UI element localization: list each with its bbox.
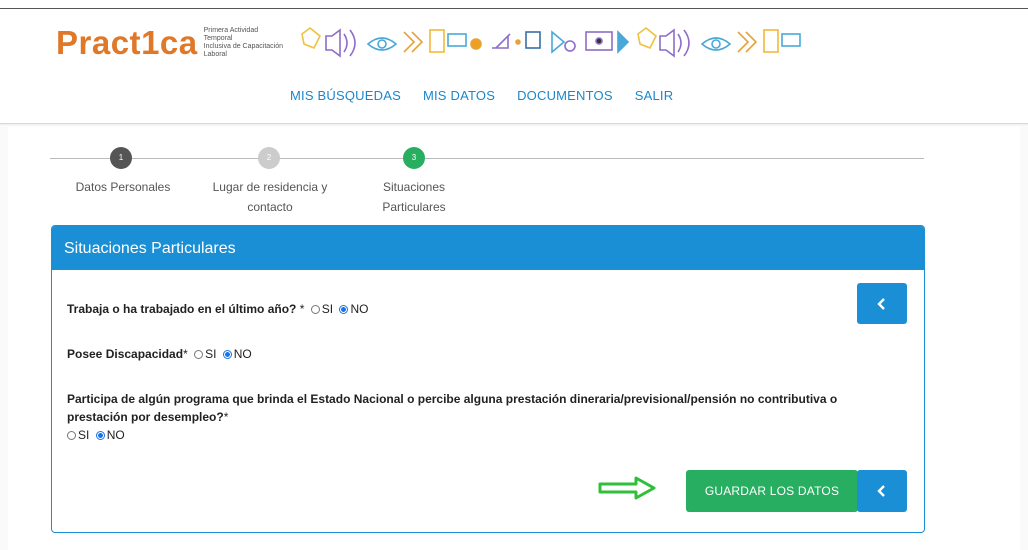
discapacidad-si-label[interactable]: SI bbox=[205, 347, 216, 361]
situaciones-panel: Situaciones Particulares Trabaja o ha tr… bbox=[51, 225, 925, 533]
triangle-icon bbox=[617, 30, 630, 54]
step-3-label-line-2: Particulares bbox=[382, 200, 446, 214]
question-discapacidad-label: Posee Discapacidad bbox=[67, 347, 184, 361]
header-shadow bbox=[0, 124, 1028, 127]
screen-icon bbox=[781, 33, 801, 47]
programa-no-radio[interactable] bbox=[95, 431, 105, 440]
step-1-indicator[interactable]: 1 bbox=[110, 147, 132, 169]
discapacidad-si-radio[interactable] bbox=[194, 350, 204, 359]
dot-icon bbox=[515, 39, 521, 45]
chevron-left-icon bbox=[877, 297, 885, 310]
main-nav: MIS BÚSQUEDAS MIS DATOS DOCUMENTOS SALIR bbox=[290, 88, 695, 103]
discapacidad-no-radio[interactable] bbox=[222, 350, 232, 359]
step-2-label-line-1: Lugar de residencia y bbox=[212, 180, 328, 194]
pin-icon bbox=[470, 38, 482, 50]
nav-salir[interactable]: SALIR bbox=[635, 88, 674, 103]
step-2-indicator[interactable]: 2 bbox=[258, 147, 280, 169]
shapes-icon bbox=[551, 30, 576, 54]
programa-si-radio[interactable] bbox=[67, 431, 76, 440]
eye-icon bbox=[366, 37, 398, 51]
step-2-label[interactable]: Lugar de residencia y contacto bbox=[200, 177, 340, 217]
hand-icon bbox=[301, 26, 322, 50]
brand-name: Pract1ca bbox=[56, 24, 198, 61]
chevrons-icon bbox=[403, 31, 424, 53]
programa-si-label[interactable]: SI bbox=[78, 428, 89, 442]
monitor-icon bbox=[585, 31, 613, 51]
chevron-left-icon bbox=[877, 485, 885, 497]
brand-tagline: Primera Actividad Temporal Inclusiva de C… bbox=[203, 26, 284, 58]
arrow-right-icon bbox=[598, 476, 656, 500]
hand-icon bbox=[637, 26, 658, 50]
square-icon bbox=[525, 31, 541, 49]
step-1-label[interactable]: Datos Personales bbox=[62, 177, 184, 197]
question-trabaja: Trabaja o ha trabajado en el último año?… bbox=[67, 302, 368, 316]
question-programa-label-line-2: prestación por desempleo? bbox=[67, 410, 224, 424]
required-mark: * bbox=[183, 347, 188, 361]
brand-logo[interactable]: Pract1ca Primera Actividad Temporal Inclu… bbox=[56, 26, 284, 59]
screen-icon bbox=[447, 33, 467, 47]
step-2-label-line-2: contacto bbox=[247, 200, 293, 214]
chevrons-icon bbox=[737, 31, 758, 53]
step-1-label-line-1: Datos Personales bbox=[75, 180, 171, 194]
speaker-icon bbox=[659, 28, 690, 58]
question-discapacidad: Posee Discapacidad* SI NO bbox=[67, 347, 252, 361]
save-button[interactable]: GUARDAR LOS DATOS bbox=[686, 470, 858, 512]
trabaja-no-label[interactable]: NO bbox=[350, 302, 368, 316]
step-3-indicator[interactable]: 3 bbox=[403, 147, 425, 169]
programa-no-label[interactable]: NO bbox=[107, 428, 125, 442]
question-programa-label-line-1: Participa de algún programa que brinda e… bbox=[67, 392, 838, 406]
step-3-label[interactable]: Situaciones Particulares bbox=[364, 177, 464, 217]
required-mark: * bbox=[296, 302, 305, 316]
nav-mis-datos[interactable]: MIS DATOS bbox=[423, 88, 495, 103]
nav-mis-busquedas[interactable]: MIS BÚSQUEDAS bbox=[290, 88, 401, 103]
speaker-icon bbox=[325, 28, 356, 58]
trabaja-no-radio[interactable] bbox=[339, 305, 349, 314]
question-trabaja-label: Trabaja o ha trabajado en el último año? bbox=[67, 302, 297, 316]
document-icon bbox=[429, 29, 445, 53]
required-mark: * bbox=[223, 410, 229, 424]
discapacidad-no-label[interactable]: NO bbox=[234, 347, 252, 361]
back-button-bottom[interactable] bbox=[857, 470, 907, 512]
back-button-top[interactable] bbox=[857, 283, 907, 324]
trabaja-si-label[interactable]: SI bbox=[322, 302, 333, 316]
panel-title: Situaciones Particulares bbox=[52, 226, 924, 270]
eye-icon bbox=[700, 37, 732, 51]
nav-documentos[interactable]: DOCUMENTOS bbox=[517, 88, 613, 103]
decorative-icons-banner bbox=[301, 26, 801, 58]
step-3-label-line-1: Situaciones bbox=[382, 180, 446, 194]
question-programa: Participa de algún programa que brinda e… bbox=[67, 390, 907, 444]
document-icon bbox=[763, 29, 779, 53]
pencil-icon bbox=[492, 33, 511, 49]
stepper-line bbox=[50, 158, 924, 159]
trabaja-si-radio[interactable] bbox=[310, 305, 320, 314]
